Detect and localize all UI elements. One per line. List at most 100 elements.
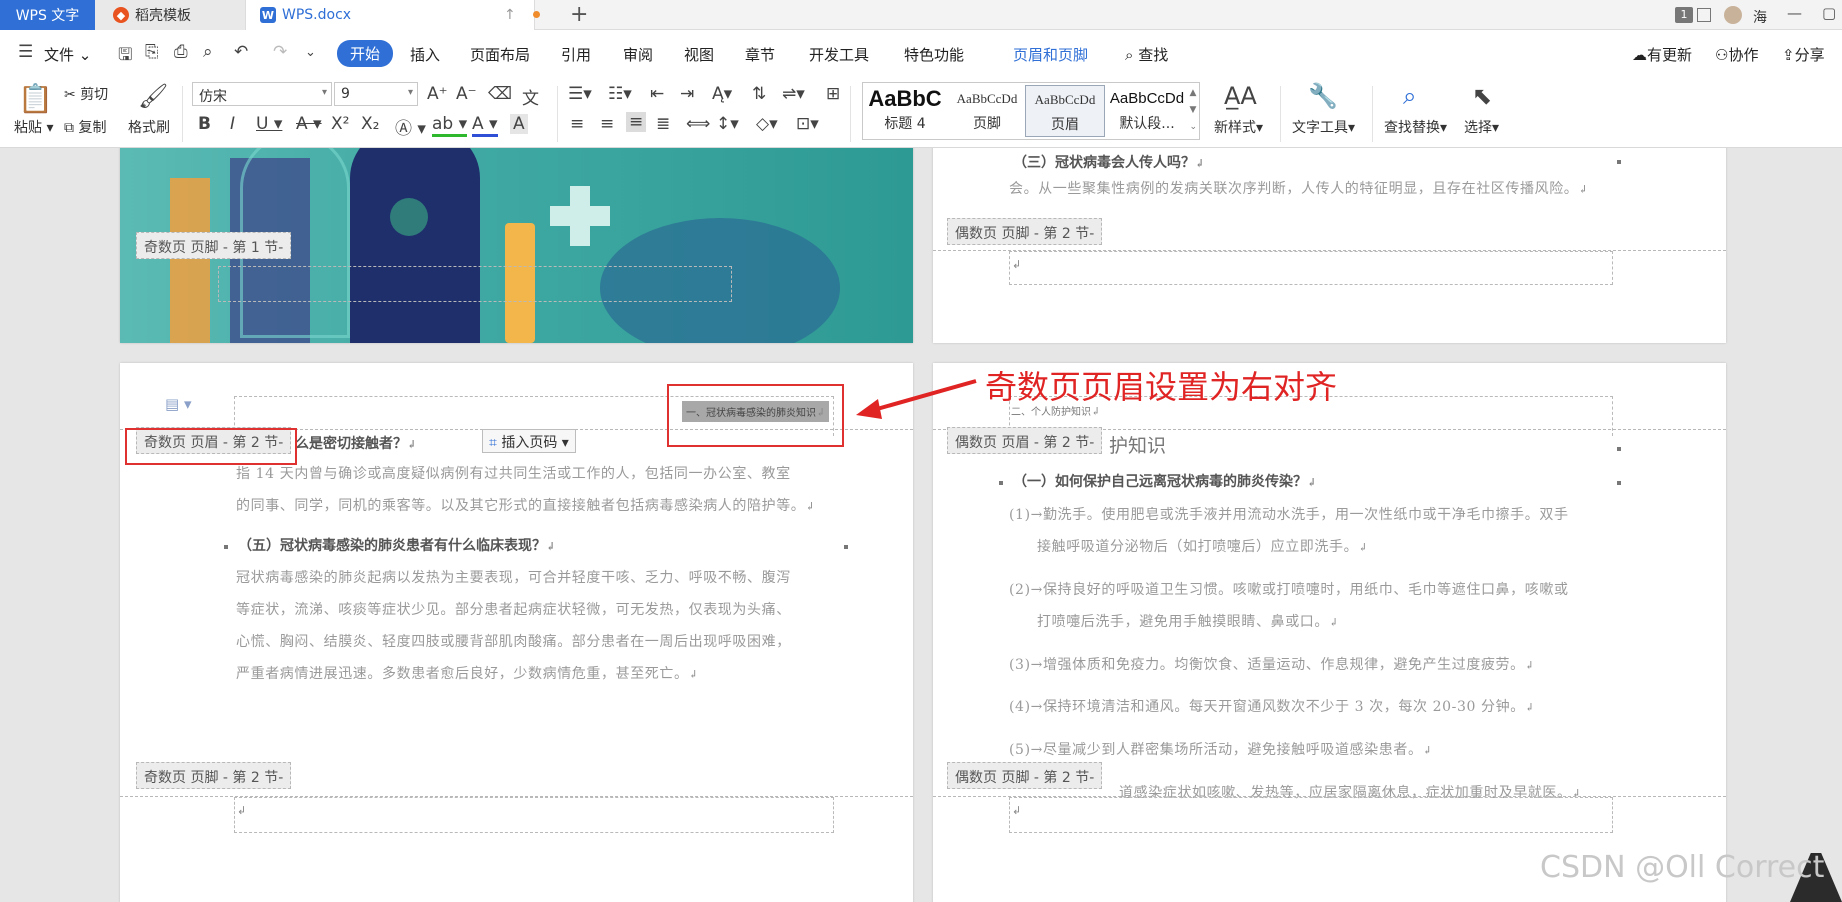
- paste-button[interactable]: 粘贴 ▾: [14, 117, 53, 137]
- find-replace-icon[interactable]: ⌕: [1403, 82, 1416, 110]
- grow-font-icon[interactable]: A⁺: [427, 84, 448, 104]
- text-effect-icon[interactable]: Ⓐ ▾: [395, 114, 426, 139]
- menu-header-footer[interactable]: 页眉和页脚: [1013, 44, 1088, 65]
- footer-label-odd[interactable]: 奇数页 页脚 - 第 2 节-: [136, 762, 292, 789]
- table-icon[interactable]: ⊞: [826, 84, 840, 104]
- tab-docer-templates[interactable]: ◆ 稻壳模板: [95, 0, 245, 30]
- menu-developer[interactable]: 开发工具: [809, 44, 869, 65]
- menu-section[interactable]: 章节: [745, 44, 775, 65]
- cut-button[interactable]: ✂ 剪切: [64, 84, 108, 104]
- wrench-icon[interactable]: 🔧: [1308, 82, 1338, 110]
- update-button[interactable]: ☁有更新: [1632, 44, 1692, 65]
- customize-chevron-icon[interactable]: ⌄: [305, 45, 316, 60]
- select-button[interactable]: 选择▾: [1464, 117, 1499, 137]
- menu-view[interactable]: 视图: [684, 44, 714, 65]
- font-name-select[interactable]: 仿宋 ▾: [192, 82, 332, 106]
- font-color-icon[interactable]: A ▾: [472, 114, 498, 137]
- style-scroll-icon[interactable]: ▲ ▼ ⌄: [1189, 85, 1197, 136]
- shading-icon[interactable]: ◇▾: [756, 114, 778, 134]
- paragraph-spacing-icon[interactable]: ↕▾: [716, 114, 739, 134]
- share-button[interactable]: ⇪分享: [1782, 44, 1825, 65]
- menu-page-layout[interactable]: 页面布局: [470, 44, 530, 65]
- align-left-icon[interactable]: ≡: [570, 114, 584, 134]
- menu-references[interactable]: 引用: [561, 44, 591, 65]
- style-heading4[interactable]: AaBbC 标题 4: [865, 85, 945, 137]
- bullet-list-icon[interactable]: ☰▾: [568, 84, 592, 104]
- cursor-select-icon[interactable]: ⬉: [1472, 82, 1492, 110]
- shrink-font-icon[interactable]: A⁻: [456, 84, 477, 104]
- redo-icon[interactable]: ↷: [273, 42, 287, 62]
- new-tab-button[interactable]: +: [570, 2, 588, 27]
- text-tools-button[interactable]: 文字工具▾: [1292, 117, 1355, 137]
- save-icon[interactable]: 🖫: [118, 42, 132, 71]
- new-style-icon[interactable]: A̲A: [1224, 82, 1257, 110]
- menu-review[interactable]: 审阅: [623, 44, 653, 65]
- distribute-icon[interactable]: ⟺: [686, 114, 710, 134]
- footer-area[interactable]: ↲: [1009, 797, 1613, 833]
- avatar[interactable]: [1724, 6, 1742, 24]
- subscript-icon[interactable]: X₂: [361, 114, 379, 134]
- justify-icon[interactable]: ≣: [656, 114, 670, 134]
- style-header[interactable]: AaBbCcDd 页眉: [1025, 85, 1105, 137]
- line-spacing-icon[interactable]: ⇌▾: [782, 84, 805, 104]
- new-style-button[interactable]: 新样式▾: [1214, 117, 1263, 137]
- find-replace-button[interactable]: 查找替换▾: [1384, 117, 1447, 137]
- font-size-select[interactable]: 9 ▾: [334, 82, 418, 106]
- pinyin-icon[interactable]: 文: [522, 84, 539, 109]
- format-painter-icon[interactable]: 🖌: [138, 82, 168, 110]
- tab-wps-writer[interactable]: WPS 文字: [0, 0, 95, 30]
- borders-icon[interactable]: ⊡▾: [796, 114, 819, 134]
- sort-icon[interactable]: ⇅: [752, 84, 766, 104]
- print-icon[interactable]: ⎙: [174, 42, 188, 62]
- layout-icon[interactable]: [1697, 8, 1711, 22]
- collaborate-button[interactable]: ⚇协作: [1715, 44, 1758, 65]
- tab-document[interactable]: W WPS.docx ↑: [245, 0, 540, 30]
- document-area[interactable]: 奇数页 页脚 - 第 1 节- （三）冠状病毒会人传人吗？↲ 会。从一些聚集性病…: [0, 148, 1842, 902]
- footer-label-even[interactable]: 偶数页 页脚 - 第 2 节-: [947, 762, 1103, 789]
- footer-label-even[interactable]: 偶数页 页脚 - 第 2 节-: [947, 218, 1103, 245]
- window-count-badge[interactable]: 1: [1675, 7, 1693, 23]
- style-footer[interactable]: AaBbCcDd 页脚: [947, 85, 1027, 137]
- search-button[interactable]: ⌕ 查找: [1125, 44, 1168, 65]
- footer-area[interactable]: ↲: [1009, 251, 1613, 285]
- footer-area[interactable]: ↲: [234, 797, 834, 833]
- format-painter-button[interactable]: 格式刷: [128, 117, 170, 137]
- underline-icon[interactable]: U ▾: [256, 114, 282, 134]
- italic-icon[interactable]: I: [230, 114, 235, 134]
- user-name[interactable]: 海: [1753, 7, 1767, 27]
- decrease-indent-icon[interactable]: ⇤: [650, 84, 664, 104]
- upload-icon[interactable]: ↑: [504, 7, 516, 23]
- find-replace-label: 查找替换: [1384, 120, 1440, 136]
- char-shading-icon[interactable]: A: [510, 114, 528, 134]
- superscript-icon[interactable]: X²: [331, 114, 349, 134]
- numbered-list-icon[interactable]: ☷▾: [608, 84, 632, 104]
- hamburger-menu-icon[interactable]: ☰: [18, 42, 33, 62]
- align-right-icon[interactable]: ≡: [626, 112, 647, 132]
- header-label-even[interactable]: 偶数页 页眉 - 第 2 节-: [947, 427, 1103, 454]
- maximize-icon[interactable]: ▢: [1822, 4, 1836, 22]
- chinese-layout-icon[interactable]: Ą▾: [712, 84, 732, 104]
- menu-special[interactable]: 特色功能: [904, 44, 964, 65]
- minimize-icon[interactable]: —: [1787, 4, 1802, 22]
- align-center-icon[interactable]: ≡: [600, 114, 614, 134]
- document-options-icon[interactable]: ▤ ▾: [165, 395, 191, 413]
- footer-area[interactable]: [218, 266, 732, 302]
- print-preview-icon[interactable]: ⌕: [203, 42, 213, 62]
- highlight-icon[interactable]: ab ▾: [432, 114, 468, 137]
- footer-label-odd[interactable]: 奇数页 页脚 - 第 1 节-: [136, 232, 292, 259]
- format-convert-icon[interactable]: ⎘: [145, 42, 159, 62]
- bold-icon[interactable]: B: [198, 114, 211, 134]
- menu-start[interactable]: 开始: [337, 40, 394, 67]
- style-default-paragraph[interactable]: AaBbCcDd 默认段...: [1107, 85, 1187, 137]
- copy-button[interactable]: ⧉ 复制: [64, 117, 106, 137]
- update-label: 有更新: [1647, 46, 1693, 64]
- paste-icon[interactable]: 📋: [18, 82, 53, 115]
- clear-format-icon[interactable]: ⌫: [488, 84, 512, 104]
- style-preview: AaBbCcDd: [956, 91, 1018, 106]
- increase-indent-icon[interactable]: ⇥: [680, 84, 694, 104]
- insert-page-number-button[interactable]: ⌗ 插入页码 ▾: [482, 429, 576, 453]
- menu-insert[interactable]: 插入: [410, 44, 440, 65]
- strikethrough-icon[interactable]: A ▾: [296, 114, 322, 134]
- undo-icon[interactable]: ↶: [234, 42, 248, 62]
- file-menu[interactable]: 文件 ⌄: [44, 44, 91, 65]
